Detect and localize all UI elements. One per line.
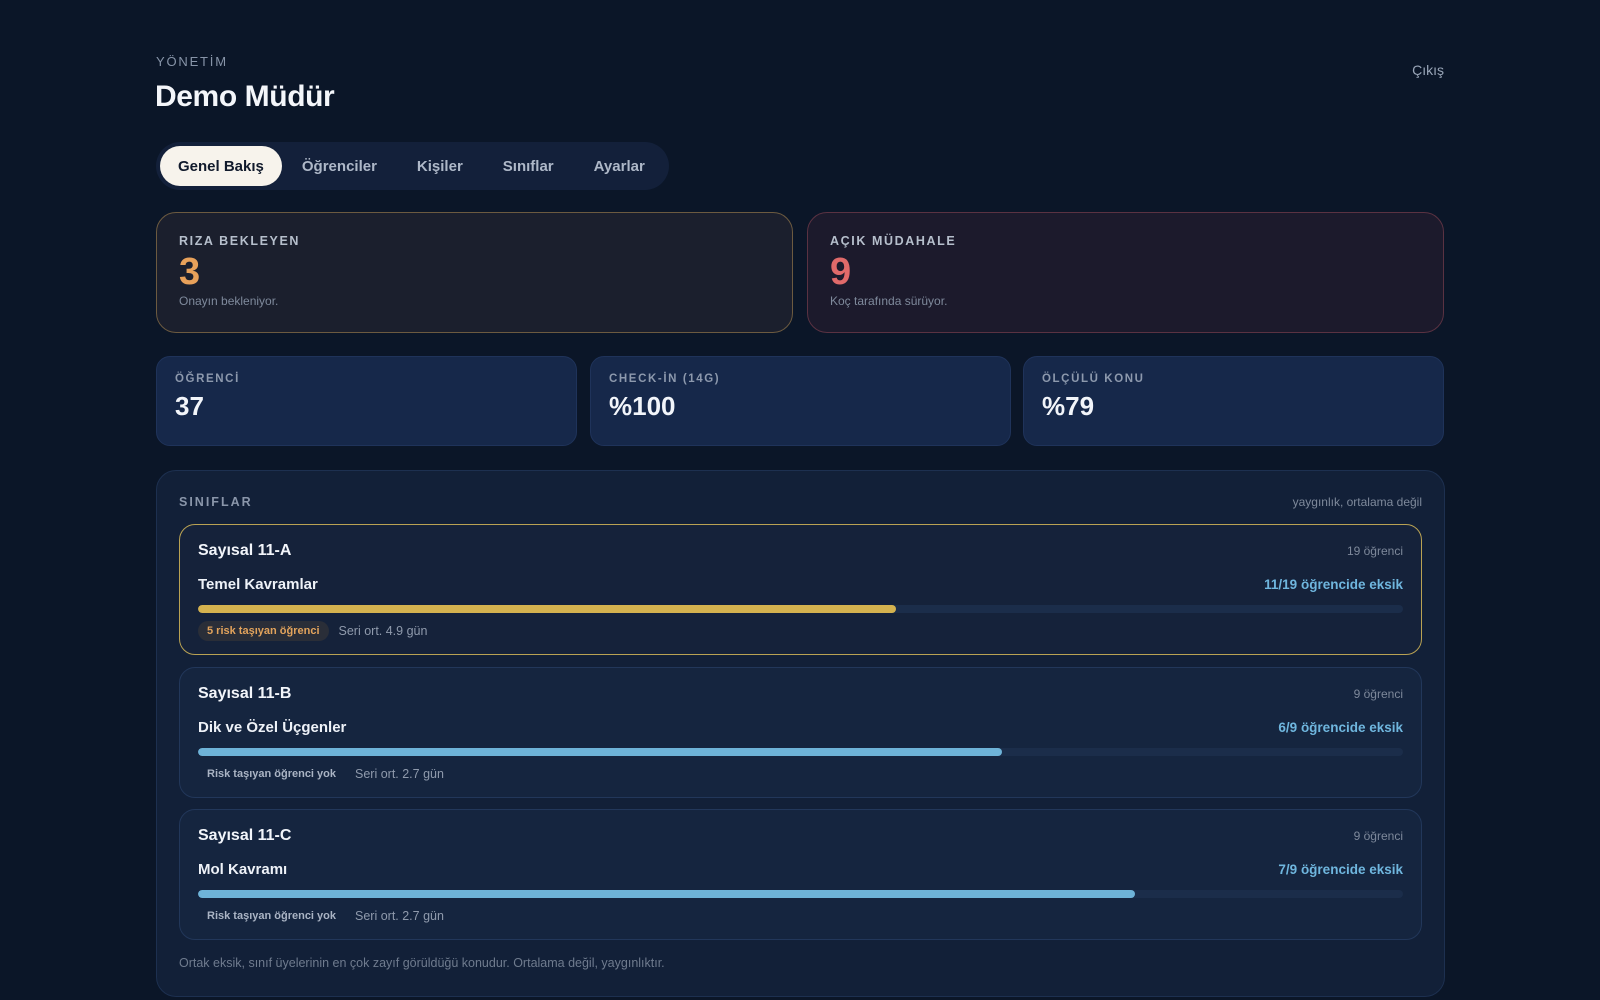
gap-progress-fill bbox=[198, 605, 896, 613]
classes-panel-footnote: Ortak eksik, sınıf üyelerinin en çok zay… bbox=[179, 956, 665, 970]
classes-panel-hint: yaygınlık, ortalama değil bbox=[1292, 495, 1422, 509]
stat-card-measured-topic: ÖLÇÜLÜ KONU %79 bbox=[1023, 356, 1444, 446]
common-gap-topic: Mol Kavramı bbox=[198, 861, 288, 878]
tab-classes[interactable]: Sınıflar bbox=[483, 146, 574, 186]
stat-label: CHECK-İN (14G) bbox=[609, 373, 721, 385]
stat-label: ÖĞRENCİ bbox=[175, 373, 240, 385]
class-name: Sayısal 11-C bbox=[198, 827, 292, 844]
tab-settings[interactable]: Ayarlar bbox=[574, 146, 665, 186]
open-intervention-card[interactable]: AÇIK MÜDAHALE 9 Koç tarafında sürüyor. bbox=[807, 212, 1444, 333]
gap-progress-track bbox=[198, 748, 1403, 756]
gap-progress-fill bbox=[198, 890, 1136, 898]
gap-prevalence: 7/9 öğrencide eksik bbox=[1278, 862, 1403, 877]
tab-bar: Genel Bakış Öğrenciler Kişiler Sınıflar … bbox=[156, 142, 669, 190]
stat-card-students: ÖĞRENCİ 37 bbox=[156, 356, 577, 446]
page-title: Demo Müdür bbox=[155, 80, 335, 113]
class-student-count: 9 öğrenci bbox=[1353, 829, 1403, 843]
open-intervention-note: Koç tarafında sürüyor. bbox=[830, 294, 948, 308]
streak-average: Seri ort. 2.7 gün bbox=[355, 909, 444, 923]
tab-overview[interactable]: Genel Bakış bbox=[160, 146, 282, 186]
section-eyebrow: YÖNETİM bbox=[156, 54, 228, 69]
streak-average: Seri ort. 2.7 gün bbox=[355, 767, 444, 781]
classes-panel-title: SINIFLAR bbox=[179, 495, 253, 509]
class-student-count: 19 öğrenci bbox=[1346, 544, 1403, 558]
admin-dashboard: YÖNETİM Demo Müdür Çıkış Genel Bakış Öğr… bbox=[0, 0, 1600, 1000]
gap-progress-track bbox=[198, 890, 1403, 898]
gap-prevalence: 6/9 öğrencide eksik bbox=[1278, 720, 1403, 735]
consent-pending-count: 3 bbox=[179, 251, 201, 293]
risk-badge: Risk taşıyan öğrenci yok bbox=[207, 910, 336, 922]
logout-link[interactable]: Çıkış bbox=[1412, 62, 1444, 78]
stat-value: 37 bbox=[175, 391, 204, 421]
classes-panel-header: SINIFLAR yaygınlık, ortalama değil bbox=[179, 495, 1422, 509]
risk-badge: Risk taşıyan öğrenci yok bbox=[207, 768, 336, 780]
stat-label: ÖLÇÜLÜ KONU bbox=[1042, 373, 1145, 385]
tab-students[interactable]: Öğrenciler bbox=[282, 146, 397, 186]
common-gap-topic: Temel Kavramlar bbox=[198, 576, 318, 593]
open-intervention-label: AÇIK MÜDAHALE bbox=[830, 234, 957, 248]
stat-value: %100 bbox=[609, 391, 676, 421]
consent-pending-label: RIZA BEKLEYEN bbox=[179, 234, 301, 248]
gap-progress-track bbox=[198, 605, 1403, 613]
stat-card-checkin: CHECK-İN (14G) %100 bbox=[590, 356, 1011, 446]
class-name: Sayısal 11-A bbox=[198, 542, 292, 559]
consent-pending-note: Onayın bekleniyor. bbox=[179, 294, 279, 308]
stat-value: %79 bbox=[1042, 391, 1095, 421]
class-student-count: 9 öğrenci bbox=[1353, 687, 1403, 701]
class-name: Sayısal 11-B bbox=[198, 685, 292, 702]
tab-people[interactable]: Kişiler bbox=[397, 146, 483, 186]
open-intervention-count: 9 bbox=[830, 251, 852, 293]
classes-panel: SINIFLAR yaygınlık, ortalama değil Sayıs… bbox=[156, 470, 1445, 997]
class-card[interactable]: Sayısal 11-B 9 öğrenci Dik ve Özel Üçgen… bbox=[179, 667, 1422, 798]
consent-pending-card[interactable]: RIZA BEKLEYEN 3 Onayın bekleniyor. bbox=[156, 212, 793, 333]
common-gap-topic: Dik ve Özel Üçgenler bbox=[198, 719, 347, 736]
gap-progress-fill bbox=[198, 748, 1002, 756]
streak-average: Seri ort. 4.9 gün bbox=[338, 624, 428, 638]
risk-badge: 5 risk taşıyan öğrenci bbox=[198, 621, 329, 641]
class-card[interactable]: Sayısal 11-C 9 öğrenci Mol Kavramı 7/9 ö… bbox=[179, 809, 1422, 940]
class-card[interactable]: Sayısal 11-A 19 öğrenci Temel Kavramlar … bbox=[179, 524, 1422, 655]
gap-prevalence: 11/19 öğrencide eksik bbox=[1264, 577, 1403, 592]
